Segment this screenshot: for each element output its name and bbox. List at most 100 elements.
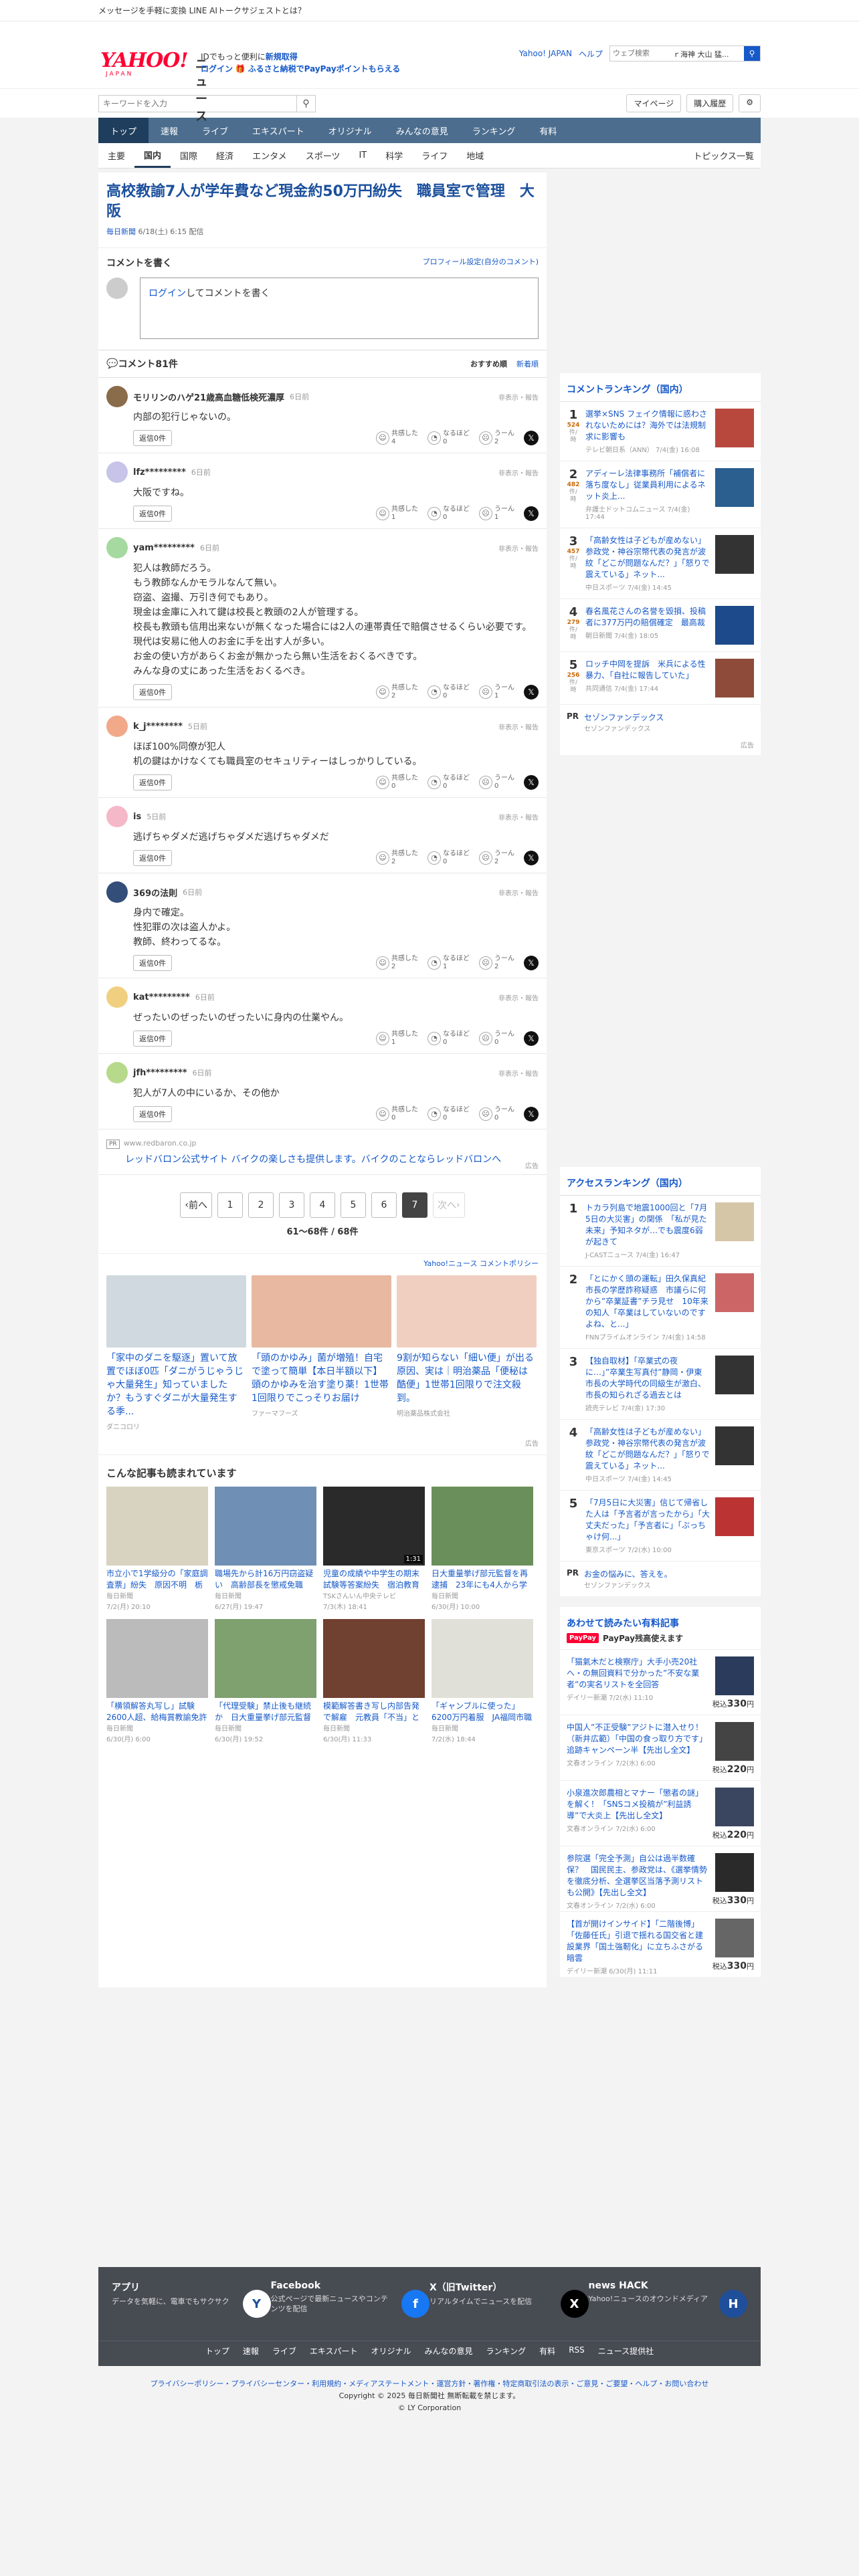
reaction-empathy-button[interactable]: ☺ 共感した 1 [376, 1031, 418, 1047]
footer-link[interactable]: エキスパート [310, 2345, 358, 2357]
web-search-input[interactable] [610, 46, 670, 61]
hide-report-link[interactable]: 非表示・報告 [498, 722, 539, 732]
reaction-insight-button[interactable]: ◔ なるほど 0 [427, 1031, 470, 1047]
snav-entertainment[interactable]: エンタメ [243, 143, 296, 168]
gnav-expert[interactable]: エキスパート [240, 118, 316, 143]
page-4[interactable]: 4 [310, 1192, 335, 1218]
footer-link[interactable]: RSS [569, 2345, 585, 2357]
snav-domestic[interactable]: 国内 [134, 143, 171, 168]
hide-report-link[interactable]: 非表示・報告 [498, 887, 539, 897]
x-share-icon[interactable]: 𝕏 [524, 956, 539, 970]
reply-button[interactable]: 返信0件 [133, 850, 172, 866]
related-article[interactable]: 「代理受験」禁止後も継続か 日大重量挙げ部元監督の学費詐取...毎日新聞6/30… [215, 1619, 316, 1745]
gear-icon[interactable]: ⚙ [739, 94, 761, 112]
topics-list-link[interactable]: トピックス一覧 [684, 143, 761, 168]
reaction-hmm-button[interactable]: ☹ うーん 0 [479, 774, 514, 790]
hide-report-link[interactable]: 非表示・報告 [498, 812, 539, 822]
reaction-empathy-button[interactable]: ☺ 共感した 0 [376, 774, 418, 790]
avatar[interactable] [106, 806, 128, 827]
related-article[interactable]: 職場先から計16万円窃盗疑い 高齢部長を懲戒免職 神奈川県警毎日新聞6/27(月… [215, 1487, 316, 1612]
comment-user[interactable]: jfh********* [133, 1068, 187, 1078]
top-banner[interactable]: メッセージを手軽に変換 LINE AIトークサジェストとは？ [0, 0, 859, 21]
avatar[interactable] [106, 461, 128, 483]
ranking-item[interactable]: 1 トカラ列島で地震1000回と「7月5日の大災害」の関係 「私が見た未来」予知ネ… [560, 1196, 761, 1267]
snav-local[interactable]: 地域 [457, 143, 493, 168]
reaction-insight-button[interactable]: ◔ なるほど 0 [427, 684, 470, 700]
reaction-hmm-button[interactable]: ☹ うーん 0 [479, 1106, 514, 1122]
snav-economy[interactable]: 経済 [207, 143, 243, 168]
gnav-top[interactable]: トップ [98, 118, 149, 143]
x-share-icon[interactable]: 𝕏 [524, 1031, 539, 1046]
reaction-insight-button[interactable]: ◔ なるほど 0 [427, 430, 470, 446]
reaction-empathy-button[interactable]: ☺ 共感した 1 [376, 506, 418, 522]
related-article[interactable]: 「横領解答丸写し」試験 2600人超、給梅賞教諭免許を取得か毎日新聞6/30(月… [106, 1619, 208, 1745]
ranking-item[interactable]: 3 【独自取材】「卒業式の夜に…」”卒業生写真付”静岡・伊東市長の大学時代の同級生… [560, 1349, 761, 1420]
snav-sports[interactable]: スポーツ [296, 143, 350, 168]
paid-article[interactable]: 中国人”不正受験”アジトに潜入せり！（新井広範）「中国の食っ取り方です」追跡キャ… [560, 1715, 761, 1780]
reaction-empathy-button[interactable]: ☺ 共感した 2 [376, 850, 418, 866]
reaction-empathy-button[interactable]: ☺ 共感した 2 [376, 955, 418, 971]
page-1[interactable]: 1 [217, 1192, 243, 1218]
comment-user[interactable]: yam********* [133, 543, 195, 553]
x-share-icon[interactable]: 𝕏 [524, 775, 539, 790]
reaction-empathy-button[interactable]: ☺ 共感した 2 [376, 684, 418, 700]
ranking-item[interactable]: 4 「高齢女性は子どもが産めない」参政党・神谷宗幣代表の発言が波紋「どこが問題なん… [560, 1420, 761, 1491]
ranking-item[interactable]: 4 279 件/時 春名風花さんの名誉を毀損、投稿者に377万円の賠償確定 最高裁 朝日… [560, 599, 761, 652]
comment-textarea[interactable]: ログインしてコメントを書く [140, 278, 539, 339]
comment-user[interactable]: lfz********* [133, 467, 186, 477]
reply-button[interactable]: 返信0件 [133, 684, 172, 700]
related-article[interactable]: 市立小で1学級分の「家庭調査票」紛失 原因不明 栃木・小...毎日新聞7/2(月… [106, 1487, 208, 1612]
yahoo-news-logo[interactable]: YAHOO! JAPAN ニュース [100, 51, 207, 124]
hide-report-link[interactable]: 非表示・報告 [498, 543, 539, 553]
search-query[interactable]: ｒ海神 大山 猛... [670, 46, 744, 61]
footer-block[interactable]: Facebook 公式ページで最新ニュースやコンテンツを配信 f [271, 2280, 430, 2327]
comment-user[interactable]: モリリンのハゲ21歳高血糖低検死濃厚 [133, 391, 284, 403]
sort-recommended[interactable]: おすすめ順 [470, 358, 507, 369]
ranking-pr[interactable]: PR お金の悩みに、答えを。 セゾンファンデックス [560, 1562, 761, 1596]
mypage-button[interactable]: マイページ [626, 94, 682, 112]
comment-user[interactable]: is [133, 812, 141, 822]
ranking-pr[interactable]: PR セゾンファンデックス セゾンファンデックス [560, 705, 761, 740]
page-6[interactable]: 6 [371, 1192, 397, 1218]
reaction-insight-button[interactable]: ◔ なるほど 0 [427, 1106, 470, 1122]
purchase-history-button[interactable]: 購入履歴 [686, 94, 734, 112]
comment-user[interactable]: k_j******** [133, 722, 183, 732]
reaction-hmm-button[interactable]: ☹ うーん 1 [479, 506, 514, 522]
avatar[interactable] [106, 386, 128, 407]
reply-button[interactable]: 返信0件 [133, 774, 172, 790]
reply-button[interactable]: 返信0件 [133, 1106, 172, 1122]
ranking-item[interactable]: 2 482 件/時 アディーレ法律事務所「補償者に落ち度なし」従業員利用によるネット炎… [560, 461, 761, 528]
avatar[interactable] [106, 881, 128, 903]
page-7[interactable]: 7 [402, 1192, 427, 1218]
publisher[interactable]: 毎日新聞 [106, 227, 136, 236]
snav-life[interactable]: ライフ [412, 143, 457, 168]
comment-user[interactable]: kat********* [133, 992, 190, 1002]
gnav-flash[interactable]: 速報 [149, 118, 190, 143]
reaction-insight-button[interactable]: ◔ なるほど 0 [427, 850, 470, 866]
related-article[interactable]: 「ギャンブルに使った」6200万円着服 JA福岡市職員を懲戒解雇毎日新聞7/2(… [432, 1619, 533, 1745]
avatar[interactable] [106, 537, 128, 558]
gnav-original[interactable]: オリジナル [316, 118, 384, 143]
sort-newest[interactable]: 新着順 [516, 358, 539, 369]
avatar[interactable] [106, 986, 128, 1008]
related-article[interactable]: 模範解答書き写し内部告発で解雇 元教員「不当」と仮処分申...毎日新聞6/30(… [323, 1619, 425, 1745]
x-share-icon[interactable]: 𝕏 [524, 431, 539, 445]
paid-article[interactable]: 【首が開けインサイド】「二階後博」「佐藤任氏」引退で揺れる国交省と建設業界「国土… [560, 1911, 761, 1977]
reaction-insight-button[interactable]: ◔ なるほど 0 [427, 774, 470, 790]
x-share-icon[interactable]: 𝕏 [524, 851, 539, 865]
ranking-item[interactable]: 1 524 件/時 選挙×SNS フェイク情報に惑わされないためには？海外では法規制求… [560, 402, 761, 461]
comment-policy-link[interactable]: Yahoo!ニュース コメントポリシー [423, 1259, 539, 1268]
reply-button[interactable]: 返信0件 [133, 506, 172, 522]
snav-it[interactable]: IT [349, 143, 376, 168]
login-link[interactable]: ログイン [201, 64, 233, 74]
gnav-ranking[interactable]: ランキング [460, 118, 528, 143]
ranking-item[interactable]: 3 457 件/時 「高齢女性は子どもが産めない」参政党・神谷宗幣代表の発言が波紋「ど… [560, 528, 761, 599]
footer-block[interactable]: X（旧Twitter） リアルタイムでニュースを配信 X [430, 2280, 589, 2327]
page-3[interactable]: 3 [279, 1192, 304, 1218]
reaction-insight-button[interactable]: ◔ なるほど 1 [427, 955, 470, 971]
footer-link[interactable]: トップ [205, 2345, 229, 2357]
ad-card[interactable]: 「頭のかゆみ」菌が増殖！自宅で塗って簡単【本日半額以下】頭のかゆみを治す塗り薬！… [252, 1275, 391, 1431]
reaction-hmm-button[interactable]: ☹ うーん 2 [479, 430, 514, 446]
reply-button[interactable]: 返信0件 [133, 430, 172, 446]
footer-block[interactable]: アプリ データを気軽に、電車でもサクサク Y [112, 2280, 271, 2327]
